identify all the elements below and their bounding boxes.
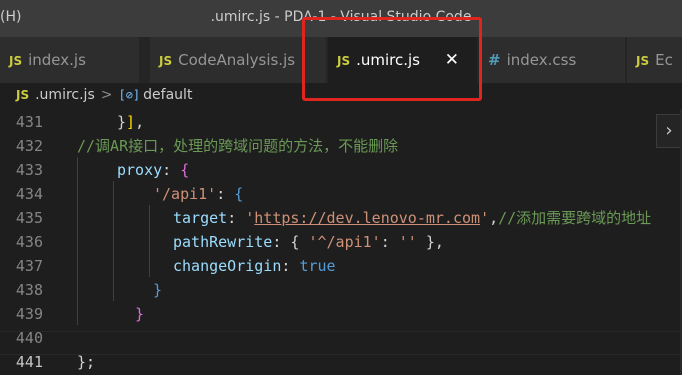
code-line[interactable]: 436 pathRewrite: { '^/api1': '' }, [0, 230, 682, 254]
code-token: ] [126, 113, 136, 131]
code-token: //调AR接口，处理的跨域问题的方法，不能删除 [77, 137, 399, 155]
line-number: 439 [15, 305, 43, 323]
code-line[interactable]: 439} [0, 302, 682, 326]
code-text: } [153, 278, 162, 302]
code-line[interactable]: 440 [0, 326, 682, 350]
line-number: 436 [15, 233, 43, 251]
tab-label: index.js [28, 51, 86, 69]
tab-label: CodeAnalysis.js [178, 51, 296, 69]
js-file-icon: JS [159, 54, 173, 68]
code-token: }; [77, 353, 96, 371]
code-token: '^/api1' [308, 233, 381, 251]
code-line[interactable]: 432 //调AR接口，处理的跨域问题的方法，不能删除 [0, 134, 682, 158]
code-line[interactable]: 438} [0, 278, 682, 302]
line-number: 434 [15, 185, 43, 203]
code-token: , [135, 113, 145, 131]
code-line[interactable]: 441}; [0, 350, 682, 374]
tab-ec-js[interactable]: JS Ec [627, 37, 682, 83]
code-token: } [153, 281, 163, 299]
code-token: target [173, 209, 228, 227]
breadcrumb-symbol[interactable]: default [143, 87, 192, 103]
code-token: '' [398, 233, 417, 251]
code-line[interactable]: 434 '/api1': { [0, 182, 682, 206]
code-token: : [162, 161, 181, 179]
code-token: { [234, 185, 244, 203]
code-token: { [180, 161, 190, 179]
js-file-icon: JS [636, 54, 650, 68]
code-text: }], [117, 110, 144, 134]
code-text: proxy: { [117, 158, 189, 182]
tab-codeanalysis-js[interactable]: JS CodeAnalysis.js [150, 37, 327, 83]
css-file-icon: # [488, 51, 501, 69]
line-number: 438 [15, 281, 43, 299]
code-token: : { [272, 233, 309, 251]
line-number: 431 [15, 113, 43, 131]
line-number: 440 [15, 329, 43, 347]
tab-label: index.css [506, 51, 577, 69]
line-number: 435 [15, 209, 43, 227]
code-editor[interactable]: 431}], 432 //调AR接口，处理的跨域问题的方法，不能删除 433 proxy… [0, 109, 682, 375]
code-token: changeOrigin [173, 257, 282, 275]
js-file-icon: JS [9, 54, 23, 68]
code-token: //添加需要跨域的地址 [498, 209, 652, 227]
code-text: changeOrigin: true [173, 254, 336, 278]
code-line[interactable]: 437 changeOrigin: true [0, 254, 682, 278]
code-token: ' [480, 209, 490, 227]
tab-index-js[interactable]: JS index.js [0, 37, 140, 83]
code-token: : [281, 257, 300, 275]
line-number: 437 [15, 257, 43, 275]
code-token: '/api1' [153, 185, 217, 203]
code-line[interactable]: 431}], [0, 110, 682, 134]
code-text: //调AR接口，处理的跨域问题的方法，不能删除 [77, 134, 398, 158]
code-token: ' [245, 209, 255, 227]
chevron-right-icon: > [100, 87, 113, 103]
line-number: 441 [15, 353, 43, 371]
chevron-right-icon[interactable]: › [656, 114, 682, 148]
code-token: true [299, 257, 336, 275]
code-text: target: 'https://dev.lenovo-mr.com',//添加… [173, 206, 651, 230]
code-line[interactable]: 435 target: 'https://dev.lenovo-mr.com',/… [0, 206, 682, 230]
code-text: pathRewrite: { '^/api1': '' }, [173, 230, 444, 254]
code-line[interactable]: 433 proxy: { [0, 158, 682, 182]
symbol-variable-icon: [⊘] [118, 88, 141, 102]
js-file-icon: JS [16, 88, 30, 102]
code-token: : [216, 185, 235, 203]
code-token: } [117, 113, 127, 131]
code-token: pathRewrite [173, 233, 273, 251]
code-text: '/api1': { [153, 182, 243, 206]
code-token: https://dev.lenovo-mr.com [254, 209, 481, 227]
line-number: 432 [15, 137, 43, 155]
code-token: proxy [117, 161, 163, 179]
breadcrumb-file[interactable]: .umirc.js [35, 87, 95, 103]
code-token: : [380, 233, 399, 251]
code-token: , [489, 209, 499, 227]
tab-label: Ec [655, 51, 673, 69]
highlight-box [302, 17, 482, 101]
line-number: 433 [15, 161, 43, 179]
code-token: : [227, 209, 246, 227]
code-text: } [135, 302, 144, 326]
code-token: } [135, 305, 145, 323]
code-text: }; [77, 350, 95, 374]
tab-index-css[interactable]: # index.css [479, 37, 626, 83]
code-token: }, [416, 233, 444, 251]
